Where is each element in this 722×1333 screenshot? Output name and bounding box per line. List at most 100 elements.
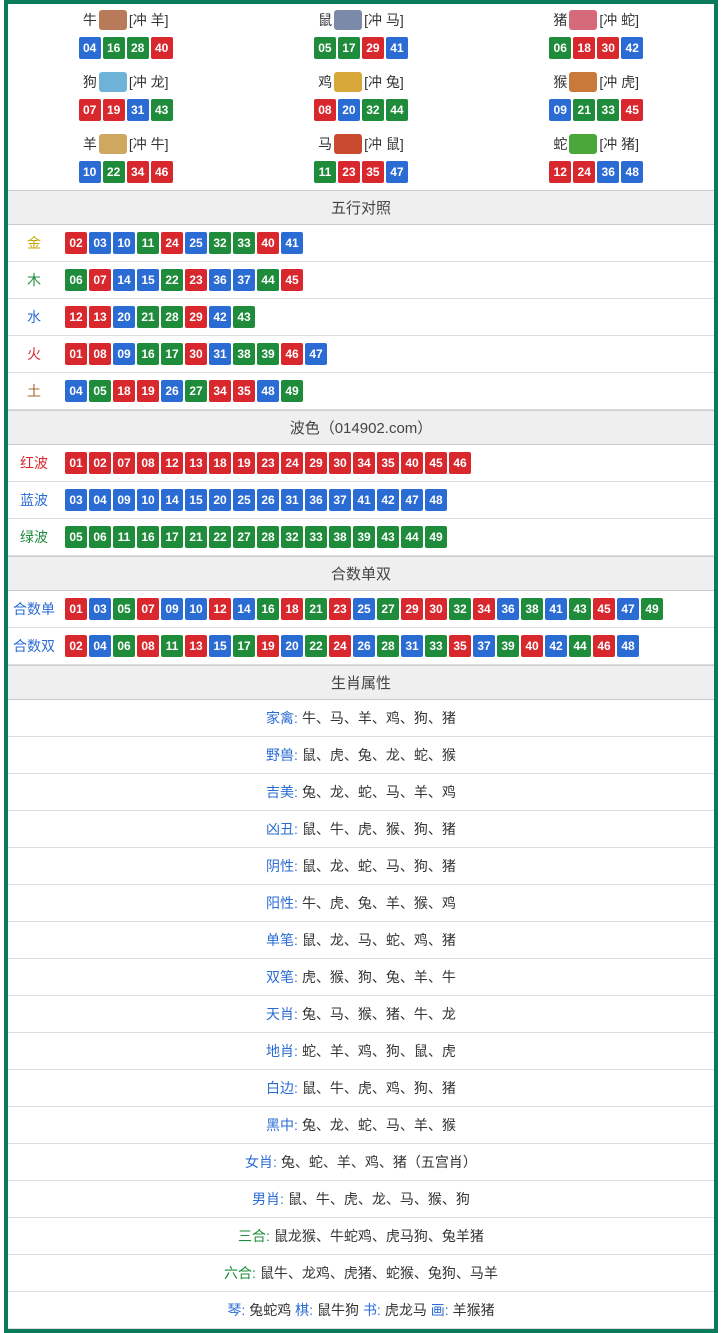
number-ball: 34 xyxy=(127,161,149,183)
zodiac-cell: 马[冲 鼠]11233547 xyxy=(243,128,478,190)
number-ball: 11 xyxy=(113,526,135,548)
number-ball: 48 xyxy=(621,161,643,183)
zodiac-icon xyxy=(569,10,597,30)
number-ball: 23 xyxy=(329,598,351,620)
number-ball: 05 xyxy=(65,526,87,548)
attr-row: 女肖:兔、蛇、羊、鸡、猪（五宫肖） xyxy=(8,1144,714,1181)
zodiac-cell: 蛇[冲 猪]12243648 xyxy=(479,128,714,190)
attr-value: 鼠牛、龙鸡、虎猪、蛇猴、兔狗、马羊 xyxy=(260,1265,498,1281)
number-ball: 33 xyxy=(305,526,327,548)
number-ball: 13 xyxy=(185,452,207,474)
number-ball: 44 xyxy=(569,635,591,657)
zodiac-nums: 07193143 xyxy=(8,98,243,122)
number-ball: 02 xyxy=(65,232,87,254)
zodiac-nums: 09213345 xyxy=(479,98,714,122)
number-ball: 40 xyxy=(257,232,279,254)
number-ball: 09 xyxy=(113,489,135,511)
zodiac-icon xyxy=(334,72,362,92)
attr-row: 黑中:兔、龙、蛇、马、羊、猴 xyxy=(8,1107,714,1144)
number-ball: 24 xyxy=(573,161,595,183)
number-ball: 20 xyxy=(281,635,303,657)
number-ball: 15 xyxy=(185,489,207,511)
number-ball: 38 xyxy=(521,598,543,620)
bose-rows: 红波0102070812131819232429303435404546蓝波03… xyxy=(8,445,714,556)
zodiac-nums: 10223446 xyxy=(8,160,243,184)
number-ball: 03 xyxy=(89,232,111,254)
number-ball: 12 xyxy=(209,598,231,620)
number-ball: 13 xyxy=(185,635,207,657)
number-ball: 42 xyxy=(377,489,399,511)
row-nums: 1213202128294243 xyxy=(60,305,714,329)
number-ball: 33 xyxy=(233,232,255,254)
attr-key: 双笔: xyxy=(266,969,298,985)
number-ball: 11 xyxy=(161,635,183,657)
attr-row: 白边:鼠、牛、虎、鸡、狗、猪 xyxy=(8,1070,714,1107)
number-ball: 26 xyxy=(257,489,279,511)
number-ball: 18 xyxy=(281,598,303,620)
attr-value: 鼠、牛、虎、猴、狗、猪 xyxy=(302,821,456,837)
number-ball: 46 xyxy=(151,161,173,183)
number-ball: 48 xyxy=(617,635,639,657)
zodiac-clash: [冲 马] xyxy=(364,10,404,30)
attr-key: 白边: xyxy=(266,1080,298,1096)
number-ball: 38 xyxy=(329,526,351,548)
number-ball: 21 xyxy=(573,99,595,121)
zodiac-clash: [冲 龙] xyxy=(129,72,169,92)
number-ball: 22 xyxy=(209,526,231,548)
zodiac-name: 狗 xyxy=(83,72,97,92)
number-ball: 28 xyxy=(127,37,149,59)
number-ball: 20 xyxy=(209,489,231,511)
number-ball: 07 xyxy=(113,452,135,474)
number-ball: 01 xyxy=(65,452,87,474)
number-ball: 35 xyxy=(377,452,399,474)
zodiac-icon xyxy=(569,134,597,154)
zodiac-icon xyxy=(99,72,127,92)
attr-row: 天肖:兔、马、猴、猪、牛、龙 xyxy=(8,996,714,1033)
zodiac-nums: 12243648 xyxy=(479,160,714,184)
number-ball: 29 xyxy=(305,452,327,474)
number-ball: 43 xyxy=(233,306,255,328)
footer-key: 画: xyxy=(431,1302,449,1318)
number-ball: 46 xyxy=(281,343,303,365)
number-ball: 43 xyxy=(151,99,173,121)
zodiac-clash: [冲 蛇] xyxy=(599,10,639,30)
footer-key: 书: xyxy=(363,1302,381,1318)
section-heshu-title: 合数单双 xyxy=(8,556,714,591)
attr-row: 地肖:蛇、羊、鸡、狗、鼠、虎 xyxy=(8,1033,714,1070)
data-row: 绿波05061116172122272832333839434449 xyxy=(8,519,714,556)
row-label: 水 xyxy=(8,307,60,327)
attr-row: 阳性:牛、虎、兔、羊、猴、鸡 xyxy=(8,885,714,922)
number-ball: 19 xyxy=(137,380,159,402)
number-ball: 08 xyxy=(137,635,159,657)
number-ball: 03 xyxy=(65,489,87,511)
zodiac-name: 猪 xyxy=(553,10,567,30)
row-nums: 04051819262734354849 xyxy=(60,379,714,403)
footer-value: 兔蛇鸡 xyxy=(249,1302,291,1318)
number-ball: 04 xyxy=(65,380,87,402)
zodiac-cell: 猪[冲 蛇]06183042 xyxy=(479,4,714,66)
number-ball: 30 xyxy=(425,598,447,620)
number-ball: 02 xyxy=(89,452,111,474)
number-ball: 22 xyxy=(305,635,327,657)
number-ball: 18 xyxy=(209,452,231,474)
number-ball: 41 xyxy=(281,232,303,254)
number-ball: 14 xyxy=(161,489,183,511)
attr-value: 鼠龙猴、牛蛇鸡、虎马狗、兔羊猪 xyxy=(274,1228,484,1244)
number-ball: 35 xyxy=(233,380,255,402)
zodiac-nums: 08203244 xyxy=(243,98,478,122)
number-ball: 06 xyxy=(549,37,571,59)
zodiac-cell: 鼠[冲 马]05172941 xyxy=(243,4,478,66)
number-ball: 27 xyxy=(377,598,399,620)
number-ball: 15 xyxy=(137,269,159,291)
number-ball: 43 xyxy=(377,526,399,548)
number-ball: 39 xyxy=(353,526,375,548)
number-ball: 48 xyxy=(425,489,447,511)
number-ball: 28 xyxy=(257,526,279,548)
zodiac-clash: [冲 猪] xyxy=(599,134,639,154)
zodiac-icon xyxy=(569,72,597,92)
attr-row: 吉美:兔、龙、蛇、马、羊、鸡 xyxy=(8,774,714,811)
zodiac-clash: [冲 兔] xyxy=(364,72,404,92)
number-ball: 31 xyxy=(127,99,149,121)
attr-key: 吉美: xyxy=(266,784,298,800)
number-ball: 01 xyxy=(65,598,87,620)
